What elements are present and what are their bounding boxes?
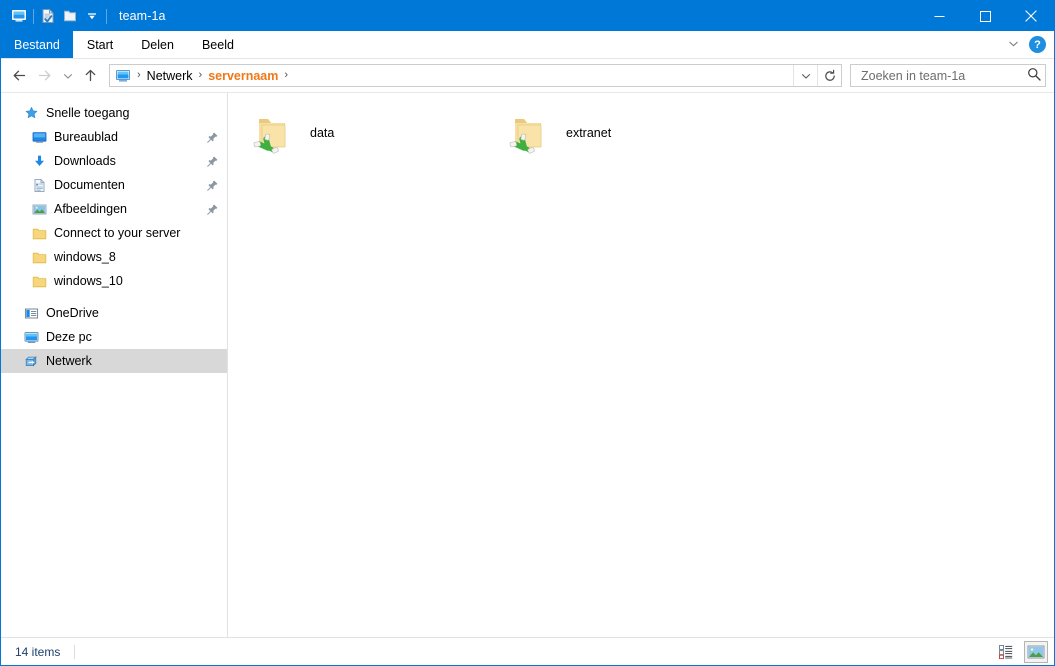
expand-ribbon-chevron-icon[interactable] [1007,37,1020,53]
qat-separator-2 [106,8,107,24]
folder-icon [31,225,47,241]
address-bar[interactable]: › Netwerk › servernaam › [109,64,842,87]
forward-button[interactable] [32,63,57,88]
breadcrumb-separator[interactable]: › [280,70,292,81]
sidebar-item-label: Netwerk [46,354,92,368]
address-dropdown-icon[interactable] [793,65,817,86]
ribbon-right-controls: ? [1007,31,1054,58]
sidebar-item-documenten[interactable]: Documenten [1,173,227,197]
search-input[interactable] [859,67,1027,84]
file-list-view[interactable]: data extranet [228,93,1054,637]
status-bar: 14 items [1,637,1054,665]
file-item-extranet[interactable]: extranet [498,103,754,163]
pin-icon[interactable] [206,131,219,144]
status-separator [74,644,76,659]
sidebar-item-connect-to-your-server[interactable]: Connect to your server [1,221,227,245]
downloads-icon [31,153,47,169]
file-item-label: data [310,126,335,140]
sidebar-item-label: windows_10 [54,274,123,288]
window-title: team-1a [119,9,166,23]
refresh-icon[interactable] [817,65,841,86]
breadcrumb-separator[interactable]: › [195,70,207,81]
sidebar-item-netwerk[interactable]: Netwerk [1,349,227,373]
sidebar-item-windows-10[interactable]: windows_10 [1,269,227,293]
documents-icon [31,177,47,193]
desktop-icon [31,129,47,145]
sidebar-item-snelle-toegang[interactable]: Snelle toegang [1,101,227,125]
title-bar: team-1a [1,1,1054,31]
new-folder-icon[interactable] [59,5,81,27]
sidebar-item-label: Deze pc [46,330,92,344]
breadcrumb-item-servernaam[interactable]: servernaam [206,69,280,83]
properties-icon[interactable] [37,5,59,27]
shared-folder-icon [504,109,552,157]
ribbon-tabs: Bestand Start Delen Beeld ? [1,31,1054,59]
file-item-label: extranet [566,126,612,140]
tab-bestand[interactable]: Bestand [1,31,73,58]
sidebar-item-downloads[interactable]: Downloads [1,149,227,173]
details-view-button[interactable] [996,642,1018,662]
view-buttons [996,640,1048,663]
pictures-icon [31,201,47,217]
navigation-pane: Snelle toegang Bureaublad Downloads Docu… [1,93,227,637]
sidebar-item-label: Downloads [54,154,116,168]
quick-access-toolbar [1,1,110,31]
large-icons-view-button[interactable] [1024,640,1048,663]
sidebar-item-label: Afbeeldingen [54,202,127,216]
back-button[interactable] [7,63,32,88]
navigation-bar: › Netwerk › servernaam › [1,59,1054,92]
breadcrumb: › Netwerk › servernaam › [110,65,793,86]
tab-start[interactable]: Start [73,31,127,58]
network-icon [23,353,39,369]
sidebar-item-label: Bureaublad [54,130,118,144]
explorer-body: Snelle toegang Bureaublad Downloads Docu… [1,92,1054,637]
maximize-button[interactable] [962,1,1008,31]
sidebar-item-windows-8[interactable]: windows_8 [1,245,227,269]
help-icon[interactable]: ? [1029,36,1046,53]
sidebar-item-label: OneDrive [46,306,99,320]
sidebar-item-label: Documenten [54,178,125,192]
up-button[interactable] [78,63,103,88]
breadcrumb-network-icon[interactable] [115,68,131,84]
window-controls [916,1,1054,31]
sidebar-item-label: Connect to your server [54,226,181,240]
search-box[interactable] [850,64,1046,87]
items-grid: data extranet [242,103,1054,163]
sidebar-item-deze-pc[interactable]: Deze pc [1,325,227,349]
pin-icon[interactable] [206,155,219,168]
sidebar-item-bureaublad[interactable]: Bureaublad [1,125,227,149]
sidebar-item-label: windows_8 [54,250,116,264]
sidebar-item-onedrive[interactable]: OneDrive [1,301,227,325]
customize-chevron-icon[interactable] [81,5,103,27]
folder-icon [31,249,47,265]
file-item-data[interactable]: data [242,103,498,163]
search-icon[interactable] [1027,67,1041,84]
tab-delen[interactable]: Delen [127,31,188,58]
tab-beeld[interactable]: Beeld [188,31,248,58]
recent-locations-chevron-icon[interactable] [57,63,78,88]
pin-icon[interactable] [206,179,219,192]
onedrive-icon [23,305,39,321]
this-pc-icon[interactable] [8,5,30,27]
folder-icon [31,273,47,289]
this-pc-icon [23,329,39,345]
item-count: 14 items [15,644,61,659]
close-button[interactable] [1008,1,1054,31]
sidebar-item-label: Snelle toegang [46,106,130,120]
shared-folder-icon [248,109,296,157]
pin-icon[interactable] [206,203,219,216]
star-icon [23,105,39,121]
sidebar-item-afbeeldingen[interactable]: Afbeeldingen [1,197,227,221]
minimize-button[interactable] [916,1,962,31]
breadcrumb-separator: › [137,69,141,81]
qat-separator-1 [33,8,34,24]
breadcrumb-item-netwerk[interactable]: Netwerk [145,69,195,83]
file-explorer-window: team-1a Bestand Start Delen Beeld ? › Ne… [0,0,1055,666]
